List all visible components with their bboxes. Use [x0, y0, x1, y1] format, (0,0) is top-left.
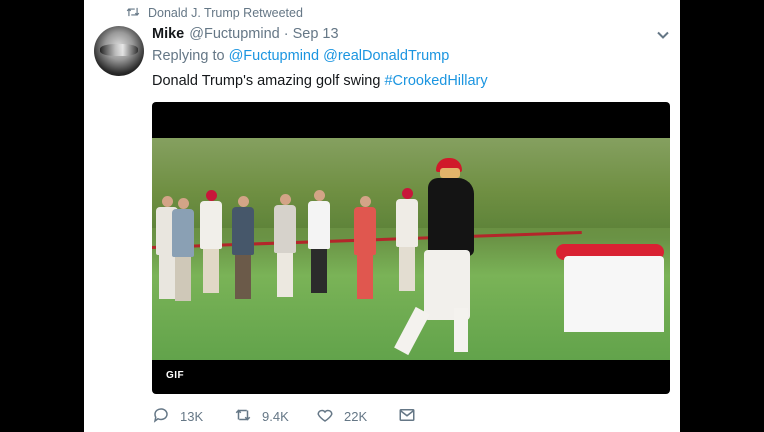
like-count: 22K — [344, 409, 368, 424]
chevron-down-icon[interactable] — [656, 28, 670, 42]
direct-message-button[interactable] — [398, 406, 416, 427]
reply-mention[interactable]: @realDonaldTrump — [323, 48, 449, 64]
gif-media[interactable]: GIF — [152, 102, 670, 394]
envelope-icon — [398, 406, 416, 427]
retweet-context: Donald J. Trump Retweeted — [126, 4, 303, 22]
reply-count: 13K — [180, 409, 204, 424]
heart-icon — [316, 406, 334, 427]
user-handle[interactable]: @Fuctupmind — [189, 26, 279, 42]
display-name[interactable]: Mike — [152, 26, 184, 42]
reply-button[interactable]: 13K — [152, 406, 234, 427]
retweet-count: 9.4K — [262, 409, 289, 424]
retweet-button[interactable]: 9.4K — [234, 406, 316, 427]
retweet-icon — [234, 406, 252, 427]
retweet-icon — [126, 6, 140, 21]
hashtag-link[interactable]: #CrookedHillary — [384, 73, 487, 89]
tweet-actions: 13K 9.4K 22K — [152, 406, 416, 427]
reply-mention[interactable]: @Fuctupmind — [229, 48, 319, 64]
replying-to-label: Replying to — [152, 48, 225, 64]
gif-frame — [152, 138, 670, 360]
retweet-context-label: Donald J. Trump Retweeted — [148, 6, 303, 20]
gif-badge: GIF — [166, 370, 185, 381]
avatar[interactable] — [94, 26, 144, 76]
golfer — [394, 158, 490, 358]
like-button[interactable]: 22K — [316, 406, 398, 427]
replying-to: Replying to @Fuctupmind @realDonaldTrump — [152, 48, 449, 64]
separator: · — [283, 26, 289, 42]
tweet-body: Donald Trump's amazing golf swing — [152, 73, 385, 89]
tweet-header: Mike @Fuctupmind · Sep 13 — [152, 24, 670, 44]
tweet-date[interactable]: Sep 13 — [293, 26, 339, 42]
reply-icon — [152, 406, 170, 427]
tweet-text: Donald Trump's amazing golf swing #Crook… — [152, 73, 488, 89]
tweet-card[interactable]: Donald J. Trump Retweeted Mike @Fuctupmi… — [84, 0, 680, 432]
